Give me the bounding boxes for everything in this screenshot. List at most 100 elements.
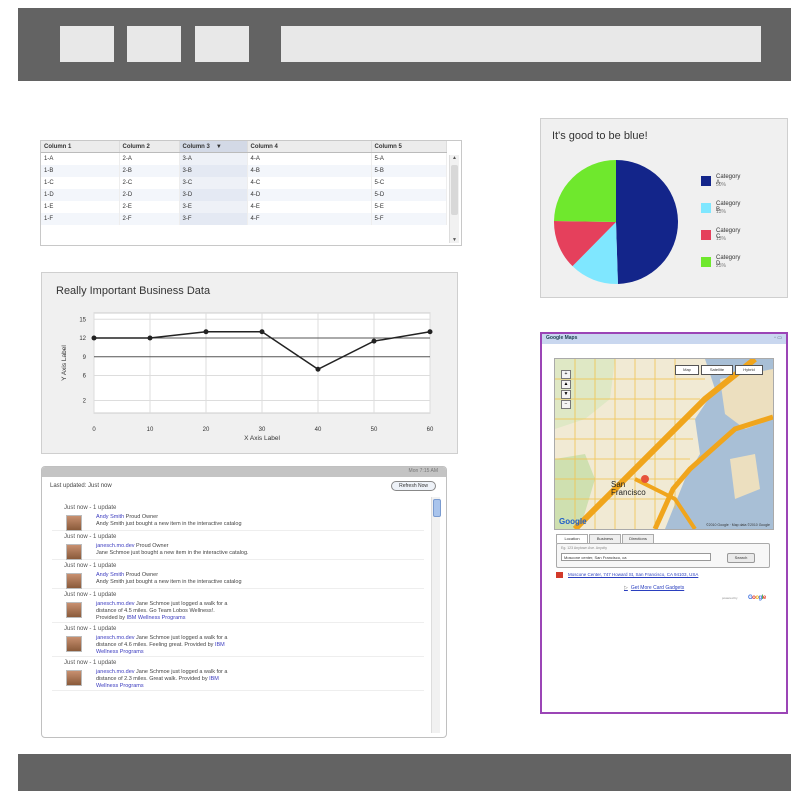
feed-entry-text: Jane Schmoe just bought a new item in th… (96, 550, 249, 556)
feed-scrollbar-thumb[interactable] (433, 499, 441, 517)
window-controls-icon[interactable]: ▫ ▭ (774, 335, 782, 341)
y-axis-label: Y Axis Label (61, 345, 68, 381)
scroll-up-icon[interactable]: ▲ (450, 155, 459, 161)
header-placeholder-box-3[interactable] (195, 26, 249, 62)
column-header-3[interactable]: Column 3 ▼ (179, 141, 248, 153)
avatar[interactable] (66, 636, 82, 652)
sort-desc-icon[interactable]: ▼ (216, 144, 222, 150)
table-cell: 1-C (41, 177, 120, 189)
table-cell: 5-E (371, 201, 447, 213)
feed-user-link[interactable]: Andy Smith (96, 514, 124, 520)
scroll-down-icon[interactable]: ▼ (450, 237, 459, 243)
feed-user-link[interactable]: Andy Smith (96, 572, 124, 578)
table-row[interactable]: 1-C 2-C 3-C 4-C 5-C (41, 177, 447, 189)
data-point (315, 366, 321, 372)
feed-title-bar: Mon 7:15 AM (42, 467, 446, 477)
table-row[interactable]: 1-E 2-E 3-E 4-E 5-E (41, 201, 447, 213)
provider-link[interactable]: Wellness Programs (96, 649, 144, 655)
pan-up-icon[interactable]: ▲ (561, 380, 571, 389)
map-search-button[interactable]: Search (727, 553, 755, 563)
feed-entry-body: janesch.mo.dev Proud Owner Jane Schmoe ju… (52, 543, 424, 560)
feed-entry-time: Just now - 1 update (64, 660, 117, 666)
provider-link[interactable]: IBM Wellness Programs (127, 615, 186, 621)
feed-entry-text: distance of 2.3 miles. Great walk. Provi… (96, 676, 210, 682)
feed-entry-line: Wellness Programs (96, 649, 424, 656)
table-row[interactable]: 1-F 2-F 3-F 4-F 5-F (41, 213, 447, 225)
feed-user-link[interactable]: janesch.mo.dev (96, 635, 135, 641)
arrow-icon: ▷ (624, 585, 628, 591)
feed-entry-line: distance of 4.6 miles. Feeling great. Pr… (96, 642, 424, 649)
app-footer-bar (18, 754, 791, 791)
feed-user-link[interactable]: janesch.mo.dev (96, 543, 135, 549)
feed-entry-time: Just now - 1 update (64, 626, 117, 632)
column-header-5[interactable]: Column 5 (371, 141, 447, 153)
table-row[interactable]: 1-B 2-B 3-B 4-B 5-B (41, 165, 447, 177)
avatar[interactable] (66, 602, 82, 618)
feed-entry-line: Jane Schmoe just bought a new item in th… (96, 550, 424, 557)
header-placeholder-box-2[interactable] (127, 26, 181, 62)
table-scrollbar[interactable]: ▲ ▼ (449, 155, 459, 243)
table-scrollbar-thumb[interactable] (451, 165, 458, 215)
map-search-input[interactable]: Moscone center, San Francisco, ca (561, 553, 711, 561)
provider-link[interactable]: IBM (215, 642, 225, 648)
y-tick-label: 15 (79, 317, 86, 323)
column-header-1[interactable]: Column 1 (41, 141, 120, 153)
feed-list: Just now - 1 update Andy Smith Proud Owne… (52, 502, 424, 691)
zoom-out-icon[interactable]: − (561, 400, 571, 409)
table-row[interactable]: 1-D 2-D 3-D 4-D 5-D (41, 189, 447, 201)
table-cell: 3-D (179, 189, 248, 201)
last-updated-text: Last updated: Just now (50, 483, 112, 489)
data-table: Column 1 Column 2 Column 3 ▼ Column 4 Column … (41, 141, 447, 225)
feed-scrollbar[interactable] (431, 497, 441, 733)
map-type-map[interactable]: Map (675, 365, 699, 375)
table-cell: 1-B (41, 165, 120, 177)
column-header-2[interactable]: Column 2 (119, 141, 180, 153)
pie-slice (616, 160, 679, 284)
map-canvas[interactable]: Map Satellite Hybrid + ▲ ▼ − San Francisc… (554, 358, 774, 530)
avatar[interactable] (66, 573, 82, 589)
provider-link[interactable]: Wellness Programs (96, 683, 144, 689)
feed-entry-line: Wellness Programs (96, 683, 424, 690)
table-cell: 4-F (247, 213, 372, 225)
header-search-placeholder[interactable] (281, 26, 761, 62)
map-type-satellite[interactable]: Satellite (701, 365, 733, 375)
line-chart-panel: Really Important Business Data 0 10 20 30 40… (41, 272, 458, 454)
x-tick-label: 20 (203, 427, 210, 433)
avatar[interactable] (66, 670, 82, 686)
feed-entry-line: Andy Smith Proud Owner (96, 572, 424, 579)
legend-swatch (701, 203, 711, 213)
header-placeholder-box-1[interactable] (60, 26, 114, 62)
more-gadgets-link[interactable]: ▷ Get More Card Gadgets (624, 585, 684, 591)
zoom-in-icon[interactable]: + (561, 370, 571, 379)
provider-link[interactable]: IBM (209, 676, 219, 682)
table-cell: 4-C (247, 177, 372, 189)
feed-entry-text: Jane Schmoe just logged a walk for a (134, 601, 228, 607)
data-table-widget: Column 1 Column 2 Column 3 ▼ Column 4 Column … (40, 140, 462, 246)
refresh-now-button[interactable]: Refresh Now (391, 481, 436, 491)
data-point (91, 335, 97, 341)
pan-down-icon[interactable]: ▼ (561, 390, 571, 399)
avatar[interactable] (66, 544, 82, 560)
map-result-address[interactable]: Moscone Center, 747 Howard St, San Franc… (568, 572, 698, 577)
table-cell: 2-F (119, 213, 180, 225)
avatar[interactable] (66, 515, 82, 531)
map-result-link[interactable]: Moscone Center, 747 Howard St, San Franc… (556, 572, 698, 578)
table-cell: 2-B (119, 165, 180, 177)
table-cell: 3-E (179, 201, 248, 213)
legend-percent: 13% (716, 209, 727, 215)
list-item: Just now - 1 update janesch.mo.dev Proud … (52, 531, 424, 560)
column-header-4[interactable]: Column 4 (247, 141, 372, 153)
table-row[interactable]: 1-A 2-A 3-A 4-A 5-A (41, 152, 447, 165)
feed-user-link[interactable]: janesch.mo.dev (96, 669, 135, 675)
feed-entry-text: distance of 4.5 miles. Go Team Lobos Wel… (96, 608, 215, 614)
feed-entry-time: Just now - 1 update (64, 563, 117, 569)
brand-letter: e (762, 595, 766, 601)
map-pan-zoom-control[interactable]: + ▲ ▼ − (559, 369, 573, 427)
map-type-hybrid[interactable]: Hybrid (735, 365, 763, 375)
feed-entry-text: Proud Owner (124, 514, 159, 520)
powered-by-label: powered by (722, 596, 738, 600)
more-gadgets-text[interactable]: Get More Card Gadgets (631, 585, 684, 591)
feed-entry-time: Just now - 1 update (64, 592, 117, 598)
feed-entry-body: Andy Smith Proud Owner Andy Smith just bo… (52, 572, 424, 589)
feed-user-link[interactable]: janesch.mo.dev (96, 601, 135, 607)
